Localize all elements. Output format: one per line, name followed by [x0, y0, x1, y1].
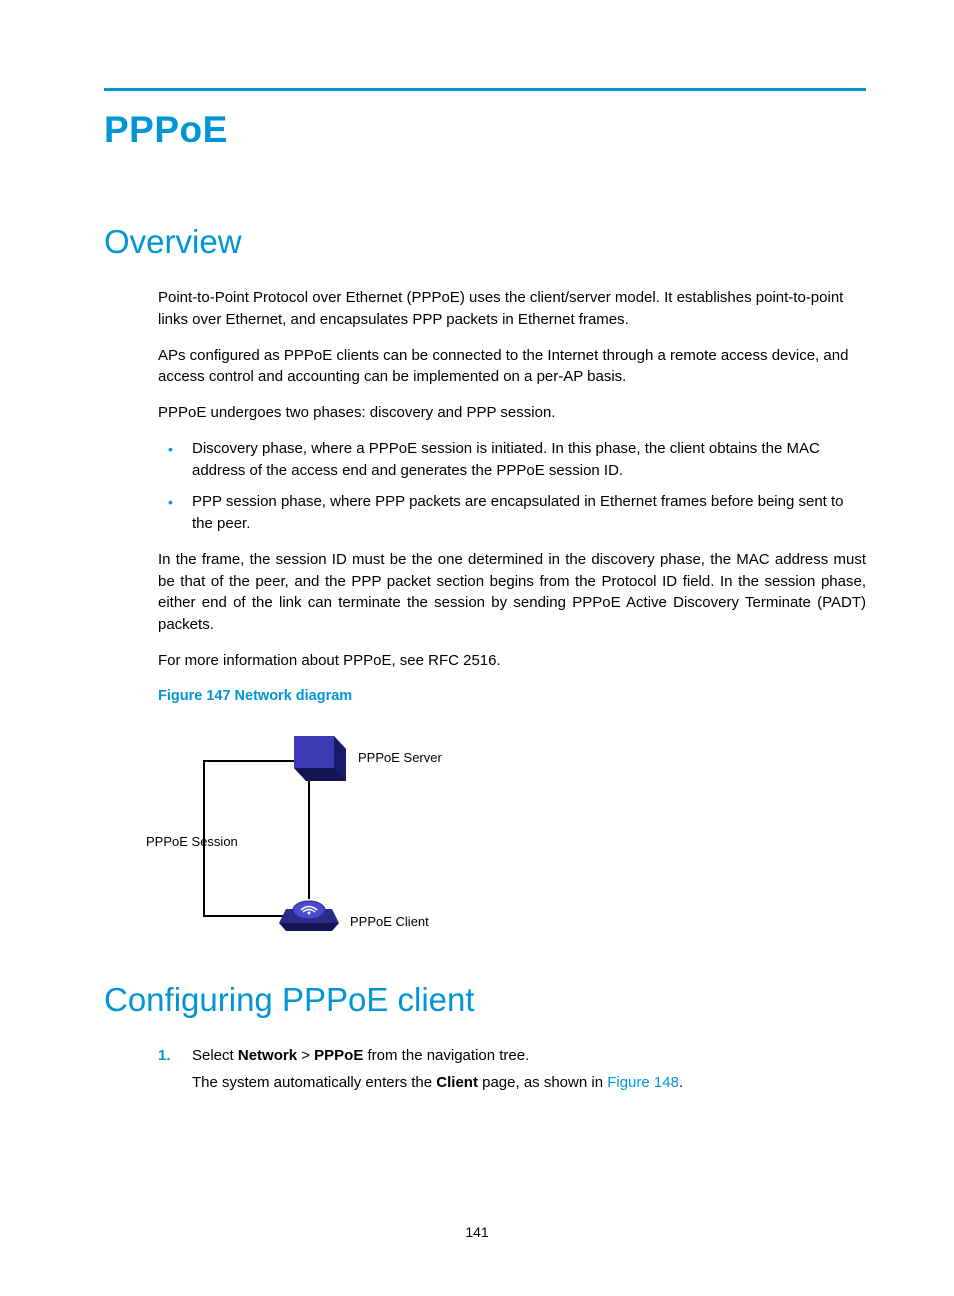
config-heading: Configuring PPPoE client — [104, 981, 866, 1019]
overview-p3: PPPoE undergoes two phases: discovery an… — [158, 402, 866, 424]
overview-p1: Point-to-Point Protocol over Ethernet (P… — [158, 287, 866, 331]
overview-p4: In the frame, the session ID must be the… — [158, 549, 866, 636]
step-item: 1. Select Network > PPPoE from the navig… — [158, 1045, 866, 1095]
list-item: Discovery phase, where a PPPoE session i… — [158, 438, 866, 482]
network-diagram: PPPoE Server PPPoE Session PPPoE Client — [164, 721, 484, 941]
server-icon — [294, 736, 346, 781]
figure-caption: Figure 147 Network diagram — [158, 686, 866, 707]
step-subtext: The system automatically enters the Clie… — [192, 1072, 866, 1094]
list-item: PPP session phase, where PPP packets are… — [158, 491, 866, 535]
overview-p2: APs configured as PPPoE clients can be c… — [158, 345, 866, 389]
step-text: Select Network > PPPoE from the navigati… — [192, 1047, 529, 1064]
title-rule — [104, 88, 866, 91]
overview-heading: Overview — [104, 223, 866, 261]
diagram-client-label: PPPoE Client — [350, 913, 429, 932]
diagram-session-label: PPPoE Session — [146, 833, 238, 852]
figure-link[interactable]: Figure 148 — [607, 1074, 679, 1091]
step-number: 1. — [158, 1045, 171, 1067]
page-title: PPPoE — [104, 109, 866, 151]
diagram-server-label: PPPoE Server — [358, 749, 442, 768]
overview-p5: For more information about PPPoE, see RF… — [158, 650, 866, 672]
page-number: 141 — [0, 1224, 954, 1240]
client-icon — [279, 901, 339, 931]
